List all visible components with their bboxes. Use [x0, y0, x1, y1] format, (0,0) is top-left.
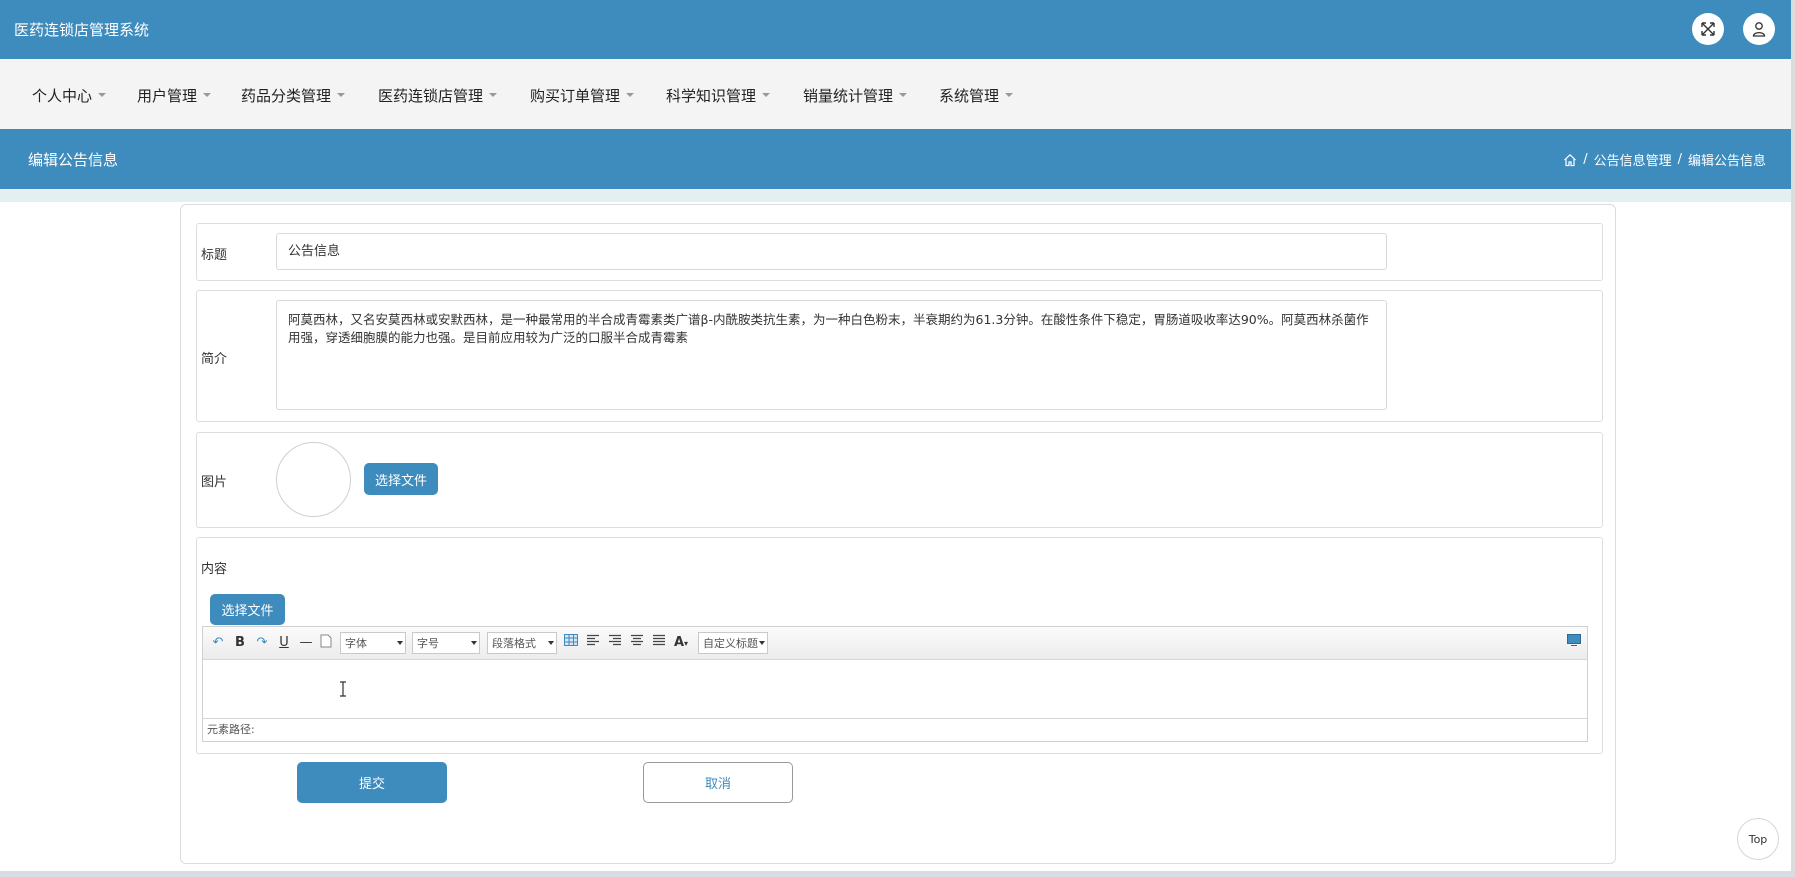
font-color-icon[interactable]: A▾ [672, 634, 690, 652]
caret-down-icon [203, 92, 212, 97]
nav-label: 购买订单管理 [530, 87, 621, 105]
nav-purchase-orders[interactable]: 购买订单管理 [530, 85, 635, 106]
align-left-icon[interactable] [584, 634, 602, 652]
nav-label: 科学知识管理 [666, 87, 757, 105]
nav-sales-stats[interactable]: 销量统计管理 [803, 85, 908, 106]
nav-chain-store[interactable]: 医药连锁店管理 [378, 85, 498, 106]
caret-down-icon [1005, 92, 1014, 97]
caret-down-icon [899, 92, 908, 97]
redo-icon[interactable]: ↷ [253, 634, 271, 652]
align-right-icon[interactable] [606, 634, 624, 652]
breadcrumb-parent[interactable]: 公告信息管理 [1594, 150, 1672, 169]
element-path-bar: 元素路径: [203, 718, 1587, 741]
breadcrumb: / 公告信息管理 / 编辑公告信息 [1563, 150, 1766, 169]
fullscreen-button[interactable] [1692, 13, 1724, 45]
caret-down-icon [98, 92, 107, 97]
nav-label: 医药连锁店管理 [378, 87, 484, 105]
nav-label: 个人中心 [32, 87, 93, 105]
content-row: 内容 选择文件 ↶ B ↷ U — 字体 字号 段落格式 A▾ 自定义标题 元素… [196, 537, 1603, 754]
nav-label: 销量统计管理 [803, 87, 894, 105]
scroll-top-button[interactable]: Top [1737, 818, 1779, 860]
expand-icon [1701, 22, 1715, 36]
page-title-bar: 编辑公告信息 / 公告信息管理 / 编辑公告信息 [0, 129, 1791, 189]
intro-row: 简介 阿莫西林，又名安莫西林或安默西林，是一种最常用的半合成青霉素类广谱β-内酰… [196, 290, 1603, 422]
custom-title-select[interactable]: 自定义标题 [698, 632, 768, 654]
content-choose-file-button[interactable]: 选择文件 [210, 594, 285, 625]
submit-button[interactable]: 提交 [297, 762, 447, 803]
font-color-label: A [673, 635, 685, 650]
align-center-icon[interactable] [628, 634, 646, 652]
home-icon[interactable] [1563, 153, 1577, 167]
editor-content-area[interactable] [203, 660, 1587, 717]
app-title: 医药连锁店管理系统 [14, 21, 150, 39]
nav-science-knowledge[interactable]: 科学知识管理 [666, 85, 771, 106]
paragraph-format-select[interactable]: 段落格式 [487, 632, 557, 654]
underline-icon[interactable]: U [275, 634, 293, 652]
title-label: 标题 [201, 248, 228, 263]
font-size-select[interactable]: 字号 [412, 632, 480, 654]
content-label: 内容 [201, 562, 228, 577]
image-label: 图片 [201, 475, 228, 490]
user-icon [1752, 22, 1766, 37]
font-family-select[interactable]: 字体 [340, 632, 406, 654]
breadcrumb-separator: / [1583, 152, 1588, 167]
table-icon[interactable] [562, 634, 580, 652]
nav-label: 用户管理 [137, 87, 198, 105]
image-row: 图片 选择文件 [196, 432, 1603, 528]
intro-label: 简介 [201, 352, 228, 367]
horizontal-rule-icon[interactable]: — [297, 634, 315, 652]
breadcrumb-current: 编辑公告信息 [1687, 154, 1766, 169]
nav-drug-category[interactable]: 药品分类管理 [241, 85, 346, 106]
scrollbar-track[interactable] [1791, 0, 1795, 877]
page-icon[interactable] [317, 634, 335, 652]
image-preview [276, 442, 351, 517]
caret-down-icon [337, 92, 346, 97]
breadcrumb-separator: / [1677, 152, 1682, 167]
editor-toolbar: ↶ B ↷ U — 字体 字号 段落格式 A▾ 自定义标题 [203, 627, 1587, 660]
user-button[interactable] [1743, 13, 1775, 45]
caret-down-icon [762, 92, 771, 97]
nav-label: 系统管理 [939, 87, 1000, 105]
nav-personal-center[interactable]: 个人中心 [32, 85, 107, 106]
cancel-button[interactable]: 取消 [643, 762, 793, 803]
title-row: 标题 公告信息 [196, 223, 1603, 281]
nav-user-management[interactable]: 用户管理 [137, 85, 212, 106]
divider-strip [0, 189, 1791, 202]
edit-form-card: 标题 公告信息 简介 阿莫西林，又名安莫西林或安默西林，是一种最常用的半合成青霉… [180, 204, 1616, 864]
source-code-icon[interactable] [1565, 634, 1583, 652]
app-header: 医药连锁店管理系统 [0, 0, 1791, 59]
window-bottom-edge [0, 871, 1795, 877]
text-cursor-icon [340, 681, 346, 697]
bold-icon[interactable]: B [231, 634, 249, 652]
caret-down-icon [626, 92, 635, 97]
page-title: 编辑公告信息 [28, 151, 119, 169]
choose-file-button[interactable]: 选择文件 [364, 463, 438, 495]
undo-icon[interactable]: ↶ [209, 634, 227, 652]
intro-textarea[interactable]: 阿莫西林，又名安莫西林或安默西林，是一种最常用的半合成青霉素类广谱β-内酰胺类抗… [276, 300, 1387, 410]
align-justify-icon[interactable] [650, 634, 668, 652]
title-input[interactable]: 公告信息 [276, 233, 1387, 270]
nav-label: 药品分类管理 [241, 87, 332, 105]
rich-text-editor: ↶ B ↷ U — 字体 字号 段落格式 A▾ 自定义标题 元素路径: [202, 626, 1588, 742]
main-nav: 个人中心 用户管理 药品分类管理 医药连锁店管理 购买订单管理 科学知识管理 销… [0, 59, 1795, 129]
caret-down-icon [489, 92, 498, 97]
nav-system-management[interactable]: 系统管理 [939, 85, 1014, 106]
